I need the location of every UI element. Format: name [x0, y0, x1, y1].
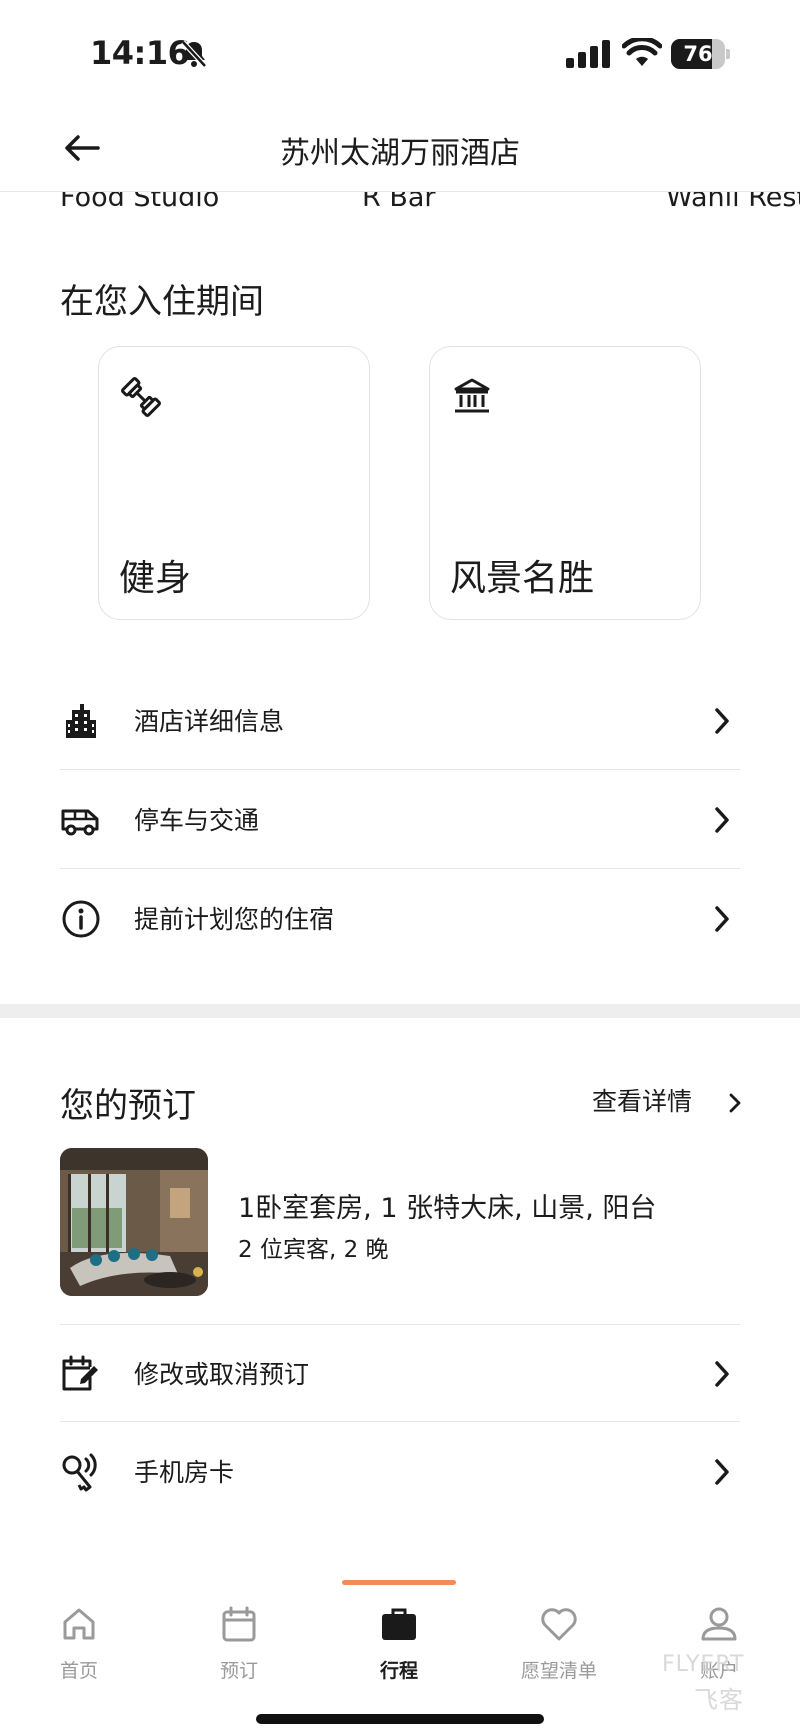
dumbbell-icon	[121, 377, 161, 417]
section-divider	[0, 1004, 800, 1018]
room-subtitle: 2 位宾客, 2 晚	[238, 1237, 389, 1263]
calendar-icon	[222, 1606, 256, 1642]
tab-label: 行程	[379, 1660, 418, 1682]
page-title: 苏州太湖万丽酒店	[280, 136, 520, 171]
view-details-label: 查看详情	[592, 1087, 693, 1116]
status-bar: 14:16 76	[0, 0, 800, 100]
tab-label: 预订	[219, 1660, 258, 1682]
heart-icon	[541, 1608, 577, 1641]
stay-card-label: 健身	[119, 558, 192, 599]
info-icon	[62, 900, 100, 938]
stay-card-attractions[interactable]: 风景名胜	[429, 346, 701, 620]
chevron-right-icon	[729, 1093, 741, 1113]
active-tab-indicator	[342, 1580, 456, 1585]
row-modify-cancel[interactable]: 修改或取消预订	[60, 1324, 740, 1422]
signal-icon	[566, 40, 610, 68]
watermark-sub: 飞客	[694, 1686, 744, 1714]
tab-home[interactable]: 首页	[14, 1596, 144, 1686]
row-label: 修改或取消预订	[134, 1360, 310, 1389]
battery-indicator: 76	[671, 39, 730, 69]
row-label: 提前计划您的住宿	[134, 905, 335, 934]
landmark-icon	[454, 378, 490, 413]
row-parking[interactable]: 停车与交通	[60, 771, 740, 869]
tab-wishlist[interactable]: 愿望清单	[494, 1596, 624, 1686]
row-label: 酒店详细信息	[134, 707, 285, 736]
mobile-key-icon	[62, 1453, 97, 1492]
stay-card-fitness[interactable]: 健身	[98, 346, 370, 620]
row-hotel-details[interactable]: 酒店详细信息	[60, 672, 740, 770]
during-stay-title: 在您入住期间	[60, 282, 264, 322]
chevron-right-icon	[715, 1459, 729, 1485]
tab-label: 愿望清单	[520, 1660, 597, 1682]
bell-muted-icon	[181, 40, 207, 68]
chevron-right-icon	[715, 807, 729, 833]
briefcase-icon	[382, 1608, 416, 1640]
row-mobile-key[interactable]: 手机房卡	[60, 1423, 740, 1521]
chevron-right-icon	[715, 906, 729, 932]
tab-trips[interactable]: 行程	[334, 1596, 464, 1686]
home-icon	[63, 1608, 95, 1640]
nav-header: 苏州太湖万丽酒店	[0, 100, 800, 192]
room-photo-image	[60, 1148, 208, 1296]
room-photo[interactable]	[60, 1148, 208, 1296]
battery-percent: 76	[683, 42, 713, 66]
row-label: 停车与交通	[134, 806, 260, 835]
chevron-right-icon	[715, 708, 729, 734]
row-label: 手机房卡	[134, 1458, 235, 1487]
chevron-right-icon	[715, 1361, 729, 1387]
calendar-edit-icon	[62, 1355, 98, 1391]
home-indicator[interactable]	[256, 1714, 544, 1724]
wifi-icon	[622, 38, 662, 66]
stay-card-label: 风景名胜	[450, 558, 595, 599]
view-details-link[interactable]: 查看详情	[592, 1082, 742, 1126]
tab-book[interactable]: 预订	[174, 1596, 304, 1686]
row-plan-stay[interactable]: 提前计划您的住宿	[60, 870, 740, 968]
bottom-tab-bar: 首页 预订 行程 愿望清单 账户 FLYERT 飞客	[0, 1576, 800, 1734]
tab-label: 首页	[59, 1660, 98, 1682]
van-icon	[61, 809, 99, 836]
account-icon	[701, 1607, 737, 1641]
status-time: 14:16	[90, 34, 190, 72]
reservation-title: 您的预订	[60, 1086, 196, 1126]
watermark: FLYERT 飞客	[662, 1652, 792, 1714]
watermark-text: FLYERT	[662, 1652, 745, 1677]
building-icon	[66, 704, 96, 738]
room-title: 1卧室套房, 1 张特大床, 山景, 阳台	[238, 1193, 657, 1224]
